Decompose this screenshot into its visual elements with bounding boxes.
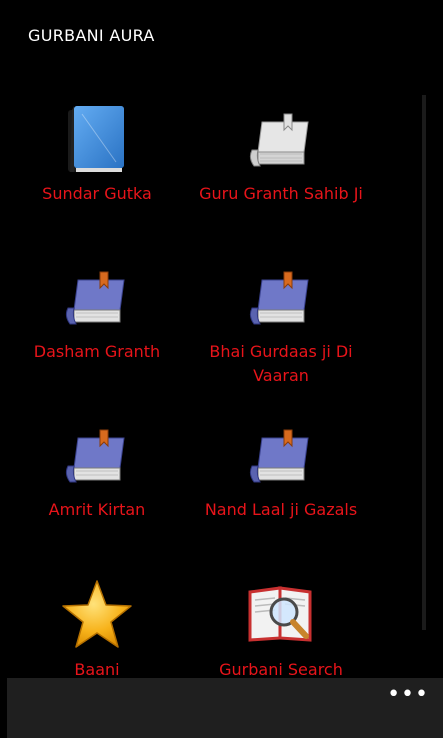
tile-gurbani-search[interactable]: Gurbani Search xyxy=(189,578,373,682)
tile-label: Nand Laal ji Gazals xyxy=(204,500,358,519)
tile-label: Dasham Granth xyxy=(33,342,161,361)
purple-book-icon xyxy=(249,271,309,325)
appbar-edge xyxy=(0,678,7,738)
tile-label: Amrit Kirtan xyxy=(48,500,146,519)
star-icon xyxy=(62,580,132,648)
tile-label: Sundar Gutka xyxy=(42,184,152,203)
purple-book-icon xyxy=(65,429,125,483)
more-options-icon[interactable]: ••• xyxy=(387,682,429,707)
blue-book-icon xyxy=(68,106,124,172)
white-book-icon xyxy=(249,113,309,167)
purple-book-icon xyxy=(65,271,125,325)
tile-baani[interactable]: Baani xyxy=(5,578,189,682)
purple-book-icon xyxy=(249,429,309,483)
app-bar: ••• xyxy=(7,678,443,738)
tile-sundar-gutka[interactable]: Sundar Gutka xyxy=(5,104,189,206)
tile-nand-laal-ji-gazals[interactable]: Nand Laal ji Gazals xyxy=(189,420,373,522)
tile-bhai-gurdaas-ji-di-vaaran[interactable]: Bhai Gurdaas ji Di Vaaran xyxy=(189,262,373,388)
menu-grid: Sundar Gutka Guru Granth Sahib Ji Dasham… xyxy=(0,0,443,679)
tile-label: Bhai Gurdaas ji Di Vaaran xyxy=(209,342,353,385)
tile-dasham-granth[interactable]: Dasham Granth xyxy=(5,262,189,364)
book-search-icon xyxy=(248,586,312,642)
tile-label: Guru Granth Sahib Ji xyxy=(199,184,363,203)
tile-guru-granth-sahib-ji[interactable]: Guru Granth Sahib Ji xyxy=(189,104,373,206)
scrollbar[interactable] xyxy=(422,95,426,630)
tile-amrit-kirtan[interactable]: Amrit Kirtan xyxy=(5,420,189,522)
